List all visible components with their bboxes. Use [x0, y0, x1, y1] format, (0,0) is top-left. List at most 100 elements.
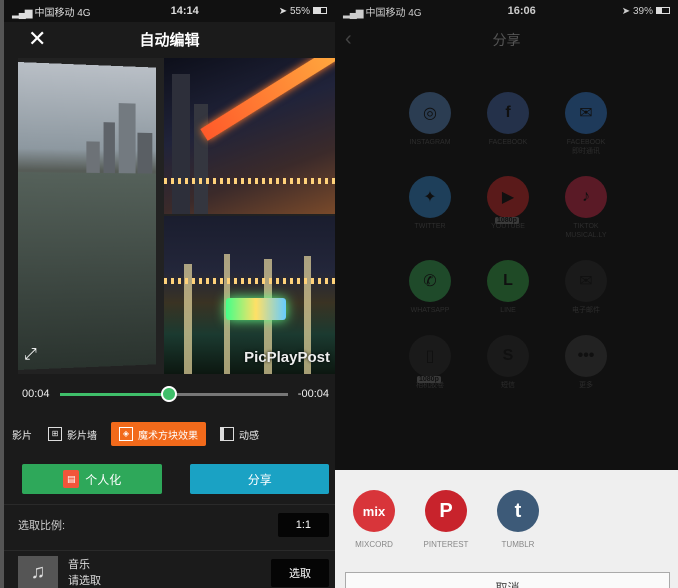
collage-tile-river: [18, 62, 157, 370]
battery-percent: 55%: [289, 5, 310, 17]
status-right: ➤ 39%: [622, 6, 670, 17]
share-glyph: ✉: [579, 273, 593, 290]
share-target-icon: ▯ 1080p: [409, 335, 451, 383]
share-target[interactable]: S 短信: [469, 335, 547, 390]
share-target-icon: f: [487, 92, 529, 134]
share-target[interactable]: f FACEBOOK: [469, 92, 547, 156]
music-info: ♫ 音乐 请选取: [18, 555, 101, 588]
music-text: 音乐 请选取: [68, 557, 101, 588]
share-target-icon: ✉: [565, 92, 607, 134]
sheet-target-label: PINTEREST: [423, 540, 469, 549]
share-target-icon: ▶ 1080p: [487, 176, 529, 224]
status-time: 16:06: [507, 5, 536, 17]
share-target-label: WHATSAPP: [410, 307, 450, 314]
share-target[interactable]: ▯ 1080p 相机胶卷: [391, 335, 469, 390]
share-glyph: ✦: [423, 189, 437, 206]
tab-film[interactable]: 影片: [4, 422, 40, 446]
select-music-button[interactable]: 选取: [271, 558, 329, 587]
time-end: -00:04: [297, 388, 329, 400]
river-water: [18, 172, 157, 370]
sheet-target-label: MIXCORD: [355, 540, 393, 549]
tab-label: 魔术方块效果: [138, 430, 198, 442]
share-target[interactable]: L LINE: [469, 260, 547, 315]
expand-icon[interactable]: ⤢: [24, 346, 37, 364]
share-targets-grid: ◎ INSTAGRAM f FACEBOOK ✉ FACEBOOK 即时通讯 ✦ TWITTE…: [391, 92, 671, 390]
ratio-label: 选取比例:: [18, 519, 66, 532]
share-target[interactable]: ◎ INSTAGRAM: [391, 92, 469, 156]
cancel-button[interactable]: 取消: [345, 572, 670, 588]
sheet-target-mixcord[interactable]: mix MIXCORD: [351, 490, 397, 549]
share-target[interactable]: ▶ 1080p YOUTUBE: [469, 176, 547, 240]
personalize-button[interactable]: ▤ 个人化: [22, 464, 163, 494]
scrub-handle[interactable]: [161, 385, 178, 402]
share-glyph: f: [505, 104, 511, 121]
share-target-icon: ✦: [409, 176, 451, 218]
signal-icon: ▂▄▆: [343, 7, 363, 19]
sheet-target-pinterest[interactable]: P PINTEREST: [423, 490, 469, 549]
share-target[interactable]: ✦ TWITTER: [391, 176, 469, 240]
music-note-icon: ♫: [18, 555, 58, 588]
share-target-icon: ◎: [409, 92, 451, 134]
ratio-select[interactable]: 1:1: [277, 512, 329, 537]
right-phone-screen: ▂▄▆ 中国移动 4G 16:06 ➤ 39% ‹ 分享 ◎ INSTAGRAM f F…: [335, 0, 678, 588]
motion-icon: [220, 427, 234, 441]
status-left: ▂▄▆ 中国移动 4G: [343, 4, 422, 19]
battery-icon: [312, 7, 327, 15]
share-target[interactable]: ✉ 电子邮件: [547, 260, 625, 315]
sheet-targets: mix MIXCORD P PINTEREST t TUMBLR: [335, 470, 678, 549]
effect-tabs: 影片 ⊞ 影片墙 ◈ 魔术方块效果 动感: [4, 420, 335, 448]
status-time: 14:14: [170, 5, 199, 17]
share-glyph: ▯: [425, 348, 435, 365]
grid-icon: ⊞: [48, 427, 62, 441]
video-preview[interactable]: ⤢ PicPlayPost: [18, 58, 335, 374]
share-glyph: ◎: [423, 105, 437, 122]
city-lights: [164, 178, 335, 184]
music-row: ♫ 音乐 请选取 选取: [4, 550, 335, 588]
share-target[interactable]: ✆ WHATSAPP: [391, 260, 469, 315]
share-button[interactable]: 分享: [190, 464, 329, 494]
share-glyph: S: [502, 347, 514, 364]
page-title: 分享: [492, 32, 521, 48]
close-icon[interactable]: ✕: [28, 26, 46, 52]
share-glyph: ✉: [579, 105, 593, 122]
share-glyph: ♪: [582, 188, 590, 205]
share-target-icon: L: [487, 260, 529, 302]
status-left: ▂▄▆ 中国移动 4G: [12, 4, 91, 19]
share-target-label: FACEBOOK 即时通讯: [566, 139, 606, 155]
city-lights: [164, 278, 335, 284]
share-target-icon: •••: [565, 335, 607, 377]
share-target[interactable]: ♪ TIKTOK MUSICAL.LY: [547, 176, 625, 240]
share-target[interactable]: ••• 更多: [547, 335, 625, 390]
editor-header: ✕ 自动编辑: [4, 22, 335, 56]
share-target-icon: ✉: [565, 260, 607, 302]
tab-motion[interactable]: 动感: [212, 422, 267, 446]
location-icon: ➤: [621, 5, 631, 17]
sheet-target-tumblr[interactable]: t TUMBLR: [495, 490, 541, 549]
timeline: 00:04 -00:04: [22, 384, 329, 404]
share-target[interactable]: ✉ FACEBOOK 即时通讯: [547, 92, 625, 156]
scrub-track[interactable]: [59, 385, 288, 402]
share-target-label: FACEBOOK: [488, 139, 528, 146]
hd-badge: 1080p: [495, 217, 519, 224]
battery-icon: [655, 7, 670, 15]
lit-boat: [226, 298, 286, 320]
building-shape: [194, 104, 208, 214]
building-shape: [172, 74, 190, 214]
share-target-label: INSTAGRAM: [409, 139, 451, 146]
sheet-target-label: TUMBLR: [501, 540, 535, 549]
share-target-label: 短信: [501, 382, 515, 389]
share-screen-dimmed: ▂▄▆ 中国移动 4G 16:06 ➤ 39% ‹ 分享 ◎ INSTAGRAM f F…: [335, 0, 678, 470]
back-icon[interactable]: ‹: [345, 28, 352, 51]
pinterest-icon: P: [425, 490, 467, 532]
ratio-row: 选取比例: 1:1: [4, 504, 335, 544]
cube-icon: ◈: [119, 427, 133, 441]
music-title: 音乐: [68, 558, 90, 571]
share-target-label: TIKTOK MUSICAL.LY: [565, 223, 607, 239]
tab-magic-cube[interactable]: ◈ 魔术方块效果: [111, 422, 206, 446]
status-bar: ▂▄▆ 中国移动 4G 14:14 ➤ 55%: [4, 0, 335, 22]
button-label: 个人化: [85, 472, 122, 487]
share-glyph: ✆: [423, 273, 437, 290]
tab-film-wall[interactable]: ⊞ 影片墙: [40, 422, 105, 446]
tab-label: 动感: [239, 430, 259, 442]
tab-label: 影片墙: [67, 430, 97, 442]
